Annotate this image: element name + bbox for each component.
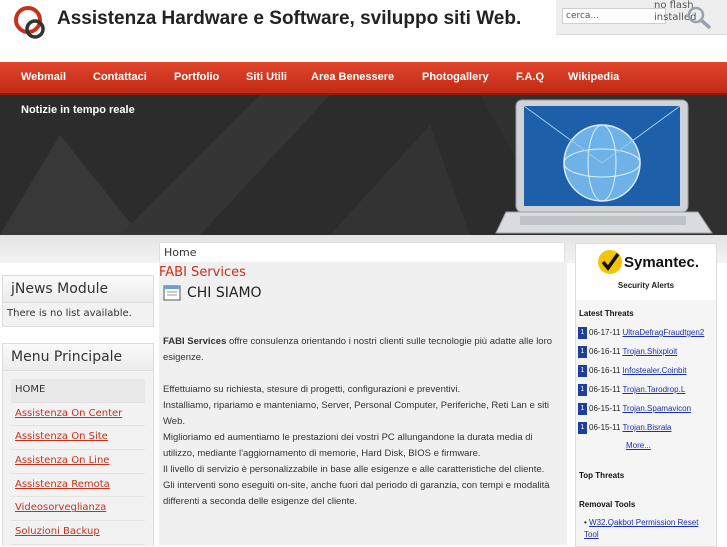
threat-row: 1 06-15-11 Trojan.Bisrala xyxy=(578,421,672,435)
main-menu-title: Menu Principale xyxy=(3,344,153,371)
main-nav: Webmail Contattaci Portfolio Siti Utili … xyxy=(0,62,727,95)
removal-tool-link[interactable]: W32.Qakbot Permission Reset Tool xyxy=(584,518,698,539)
threat-link[interactable]: UltraDefragFraudtgen2 xyxy=(622,328,704,337)
jnews-title: jNews Module xyxy=(3,276,153,303)
jnews-text: There is no list available. xyxy=(7,308,132,319)
content-paragraph: Gli interventi sono eseguiti on-site, an… xyxy=(163,480,550,507)
threat-row: 1 06-16-11 Trojan.Shixploit xyxy=(578,345,677,359)
threat-link[interactable]: Infostealer.Coinbit xyxy=(622,366,686,375)
security-alerts-title: Security Alerts xyxy=(617,281,675,290)
threat-link[interactable]: Trojan.Tarodrop.L xyxy=(622,385,685,394)
threat-date: 06-17-11 xyxy=(589,328,621,337)
menu-item-assistenza-on-site[interactable]: Assistenza On Site xyxy=(11,426,145,451)
latest-threats-title: Latest Threats xyxy=(579,309,634,318)
nav-area-benessere[interactable]: Area Benessere xyxy=(311,62,394,93)
search-icon[interactable] xyxy=(684,4,714,30)
threat-link[interactable]: Trojan.Shixploit xyxy=(622,347,677,356)
threat-date: 06-15-11 xyxy=(589,423,621,432)
header-banner: Notizie in tempo reale xyxy=(0,95,727,235)
search-input[interactable] xyxy=(562,8,666,24)
threat-date: 06-15-11 xyxy=(589,385,621,394)
nav-portfolio[interactable]: Portfolio xyxy=(174,62,219,93)
threat-row: 1 06-15-11 Trojan.Spamavicon xyxy=(578,402,691,416)
symantec-brand: Symantec. xyxy=(624,254,700,271)
content-paragraph: Il livello di servizio è personalizzabil… xyxy=(163,464,545,475)
breadcrumb-home[interactable]: Home xyxy=(164,246,196,259)
site-logo[interactable] xyxy=(13,5,47,39)
nav-siti-utili[interactable]: Siti Utili xyxy=(246,62,287,93)
threat-link[interactable]: Trojan.Spamavicon xyxy=(622,404,691,413)
threat-date: 06-16-11 xyxy=(589,347,621,356)
section-title: CHI SIAMO xyxy=(187,285,262,301)
menu-item-assistenza-remota[interactable]: Assistenza Remota xyxy=(11,474,145,498)
threat-date: 06-15-11 xyxy=(589,404,621,413)
removal-tools-title: Removal Tools xyxy=(579,500,636,509)
laptop-image xyxy=(495,99,713,234)
content-paragraph: Miglioriamo ed aumentiamo le prestazioni… xyxy=(163,432,533,459)
symantec-check-icon xyxy=(598,250,622,274)
threat-rank: 1 xyxy=(578,326,587,339)
content-paragraph: Effettuiamo su richiesta, stesure di pro… xyxy=(163,384,461,395)
threat-rank: 1 xyxy=(578,345,587,358)
symantec-header: Symantec. Security Alerts xyxy=(576,244,716,300)
jnews-module: jNews Module There is no list available. xyxy=(2,275,154,327)
threat-rank: 1 xyxy=(578,383,587,396)
nav-contattaci[interactable]: Contattaci xyxy=(93,62,147,93)
removal-tool-item: • W32.Qakbot Permission Reset Tool xyxy=(584,517,712,541)
threat-rank: 1 xyxy=(578,421,587,434)
document-icon xyxy=(163,285,181,301)
menu-item-assistenza-on-center[interactable]: Assistenza On Center xyxy=(11,403,145,427)
threat-link[interactable]: Trojan.Bisrala xyxy=(622,423,671,432)
nav-photogallery[interactable]: Photogallery xyxy=(422,62,489,93)
intro-bold: FABI Services xyxy=(163,336,227,347)
content-paragraph: Installiamo, ripariamo e manteniamo, Ser… xyxy=(163,400,549,427)
banner-title: Notizie in tempo reale xyxy=(21,104,135,116)
menu-item-soluzioni-backup[interactable]: Soluzioni Backup xyxy=(11,521,145,545)
menu-item-assistenza-on-line[interactable]: Assistenza On Line xyxy=(11,450,145,474)
nav-webmail[interactable]: Webmail xyxy=(21,62,66,93)
bullet-icon: • xyxy=(584,518,587,527)
menu-item-home[interactable]: HOME xyxy=(11,379,145,403)
banner-background-image xyxy=(0,95,727,235)
nav-wikipedia[interactable]: Wikipedia xyxy=(568,62,619,93)
top-threats-title: Top Threats xyxy=(579,471,625,480)
threat-row: 1 06-15-11 Trojan.Tarodrop.L xyxy=(578,383,685,397)
main-menu-module: Menu Principale HOME Assistenza On Cente… xyxy=(2,343,154,546)
threat-rank: 1 xyxy=(578,402,587,415)
content-heading: FABI Services xyxy=(159,265,246,280)
symantec-widget: Symantec. Security Alerts Latest Threats… xyxy=(575,243,717,547)
more-threats-link[interactable]: More... xyxy=(626,441,651,450)
threat-row: 1 06-17-11 UltraDefragFraudtgen2 xyxy=(578,326,704,340)
threat-row: 1 06-16-11 Infostealer.Coinbit xyxy=(578,364,686,378)
menu-item-videosorveglianza[interactable]: Videosorveglianza xyxy=(11,497,145,522)
threat-date: 06-16-11 xyxy=(589,366,621,375)
breadcrumb: Home xyxy=(159,242,565,262)
intro-paragraph: FABI Services offre consulenza orientand… xyxy=(163,334,561,366)
threat-rank: 1 xyxy=(578,364,587,377)
nav-faq[interactable]: F.A.Q xyxy=(516,62,544,93)
site-title: Assistenza Hardware e Software, sviluppo… xyxy=(57,8,522,29)
